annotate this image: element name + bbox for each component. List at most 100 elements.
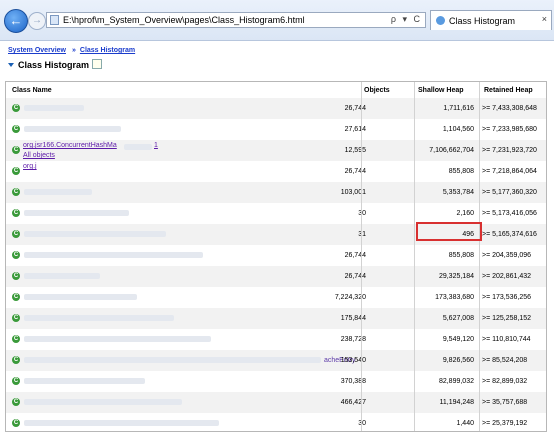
class-icon: C bbox=[12, 335, 20, 343]
column-divider bbox=[479, 82, 480, 431]
table-row[interactable]: C 27,614 1,104,560 >= 7,233,985,680 bbox=[6, 119, 546, 140]
redacted-class-name bbox=[24, 273, 100, 279]
retained-heap-cell: >= 7,231,923,720 bbox=[482, 147, 537, 154]
class-icon: C bbox=[12, 377, 20, 385]
retained-heap-cell: >= 82,899,032 bbox=[482, 378, 528, 385]
retained-heap-cell: >= 7,433,308,648 bbox=[482, 105, 537, 112]
forward-button[interactable]: → bbox=[28, 12, 46, 30]
class-icon: C bbox=[12, 398, 20, 406]
address-bar[interactable]: E:\hprof\m_System_Overview\pages\Class_H… bbox=[46, 12, 426, 28]
table-row[interactable]: C 238,728 9,549,120 >= 110,810,744 bbox=[6, 329, 546, 350]
table-row[interactable]: C 7,224,320 173,383,680 >= 173,536,256 bbox=[6, 287, 546, 308]
shallow-heap-cell: 9,549,120 bbox=[442, 336, 474, 343]
class-icon: C bbox=[12, 251, 20, 259]
retained-heap-cell: >= 5,177,360,320 bbox=[482, 189, 537, 196]
retained-heap-cell: >= 125,258,152 bbox=[482, 315, 532, 322]
shallow-heap-cell: 5,353,784 bbox=[442, 189, 474, 196]
shallow-heap-cell: 2,160 bbox=[456, 210, 474, 217]
retained-heap-cell: >= 85,524,208 bbox=[482, 357, 528, 364]
details-icon[interactable] bbox=[92, 59, 103, 69]
class-icon: C bbox=[12, 167, 20, 175]
histogram-table: Class Name Objects Shallow Heap Retained… bbox=[5, 81, 547, 432]
table-row[interactable]: C 175,844 5,627,008 >= 125,258,152 bbox=[6, 308, 546, 329]
breadcrumb-class-histogram[interactable]: Class Histogram bbox=[80, 47, 135, 54]
shallow-heap-cell: 855,808 bbox=[448, 168, 474, 175]
objects-cell: 30 bbox=[358, 210, 366, 217]
retained-heap-cell: >= 173,536,256 bbox=[482, 294, 532, 301]
objects-cell: 466,427 bbox=[340, 399, 366, 406]
class-icon: C bbox=[12, 146, 20, 154]
redacted-text bbox=[86, 357, 321, 363]
objects-cell: 26,744 bbox=[344, 252, 366, 259]
table-row[interactable]: C 30 1,440 >= 25,379,192 bbox=[6, 413, 546, 431]
section-header[interactable]: Class Histogram bbox=[8, 59, 103, 70]
retained-heap-cell: >= 110,810,744 bbox=[482, 336, 531, 343]
retained-heap-cell: >= 35,757,688 bbox=[482, 399, 528, 406]
shallow-heap-cell: 173,383,680 bbox=[435, 294, 474, 301]
table-row[interactable]: C 26,744 29,325,184 >= 202,861,432 bbox=[6, 266, 546, 287]
redacted-class-name bbox=[24, 294, 137, 300]
table-row[interactable]: C 103,001 5,353,784 >= 5,177,360,320 bbox=[6, 182, 546, 203]
redacted-class-name bbox=[24, 189, 92, 195]
all-objects-link[interactable]: All objects bbox=[23, 152, 55, 159]
header-retained-heap[interactable]: Retained Heap bbox=[484, 87, 533, 94]
shallow-heap-cell: 1,440 bbox=[456, 420, 474, 427]
redacted-class-name bbox=[24, 126, 121, 132]
redacted-class-name bbox=[24, 315, 174, 321]
shallow-heap-cell: 1,711,616 bbox=[443, 105, 474, 112]
address-text[interactable]: E:\hprof\m_System_Overview\pages\Class_H… bbox=[63, 15, 305, 25]
class-icon: C bbox=[12, 356, 20, 364]
objects-cell: 26,744 bbox=[344, 105, 366, 112]
table-row[interactable]: CacheEntry 153,540 9,826,560 >= 85,524,208 bbox=[6, 350, 546, 371]
objects-cell: 153,540 bbox=[340, 357, 366, 364]
class-icon: C bbox=[12, 125, 20, 133]
redacted-class-name bbox=[24, 252, 203, 258]
table-row[interactable]: Corg.jsr166.ConcurrentHashMa 1 All objects… bbox=[6, 140, 546, 161]
table-row[interactable]: C 466,427 11,194,248 >= 35,757,688 bbox=[6, 392, 546, 413]
class-icon: C bbox=[12, 188, 20, 196]
header-class-name[interactable]: Class Name bbox=[12, 87, 52, 94]
objects-cell: 31 bbox=[358, 231, 366, 238]
class-name-link[interactable]: org.jsr166.ConcurrentHashMa bbox=[23, 142, 117, 149]
highlight-box bbox=[416, 222, 482, 241]
redacted-class-name bbox=[24, 231, 166, 237]
objects-cell: 12,595 bbox=[344, 147, 366, 154]
redacted-class-name bbox=[24, 399, 182, 405]
breadcrumb: System Overview » Class Histogram bbox=[8, 47, 135, 54]
back-button[interactable]: ← bbox=[4, 9, 28, 33]
ie-icon bbox=[436, 16, 445, 25]
class-name-link[interactable]: org.j bbox=[23, 163, 37, 170]
table-header: Class Name Objects Shallow Heap Retained… bbox=[6, 82, 546, 98]
table-row[interactable]: C 30 2,160 >= 5,173,416,056 bbox=[6, 203, 546, 224]
page-icon bbox=[50, 15, 59, 25]
class-icon: C bbox=[12, 209, 20, 217]
table-row[interactable]: C 26,744 855,808 >= 204,359,096 bbox=[6, 245, 546, 266]
table-row[interactable]: Corg.j 26,744 855,808 >= 7,218,864,064 bbox=[6, 161, 546, 182]
shallow-heap-cell: 5,627,008 bbox=[442, 315, 474, 322]
table-row[interactable]: C 26,744 1,711,616 >= 7,433,308,648 bbox=[6, 98, 546, 119]
objects-cell: 27,614 bbox=[344, 126, 366, 133]
retained-heap-cell: >= 5,173,416,056 bbox=[482, 210, 537, 217]
search-refresh-icons[interactable]: ρ ▾ C bbox=[391, 14, 422, 25]
retained-heap-cell: >= 204,359,096 bbox=[482, 252, 532, 259]
table-row[interactable]: C 370,388 82,899,032 >= 82,899,032 bbox=[6, 371, 546, 392]
redacted-class-name bbox=[24, 336, 211, 342]
breadcrumb-separator: » bbox=[71, 47, 76, 54]
objects-cell: 103,001 bbox=[340, 189, 366, 196]
class-icon: C bbox=[12, 230, 20, 238]
objects-cell: 30 bbox=[358, 420, 366, 427]
column-divider bbox=[361, 82, 362, 431]
objects-cell: 175,844 bbox=[340, 315, 366, 322]
breadcrumb-system-overview[interactable]: System Overview bbox=[8, 47, 66, 54]
objects-cell: 26,744 bbox=[344, 273, 366, 280]
close-icon[interactable]: × bbox=[542, 14, 547, 24]
redacted-class-name bbox=[24, 420, 219, 426]
objects-cell: 26,744 bbox=[344, 168, 366, 175]
class-name-tail: 1 bbox=[154, 142, 158, 149]
tab-class-histogram[interactable]: Class Histogram × bbox=[430, 10, 552, 30]
retained-heap-cell: >= 7,218,864,064 bbox=[482, 168, 537, 175]
header-shallow-heap[interactable]: Shallow Heap bbox=[418, 87, 464, 94]
shallow-heap-cell: 1,104,560 bbox=[442, 126, 474, 133]
header-objects[interactable]: Objects bbox=[364, 87, 390, 94]
collapse-triangle-icon[interactable] bbox=[8, 63, 14, 67]
